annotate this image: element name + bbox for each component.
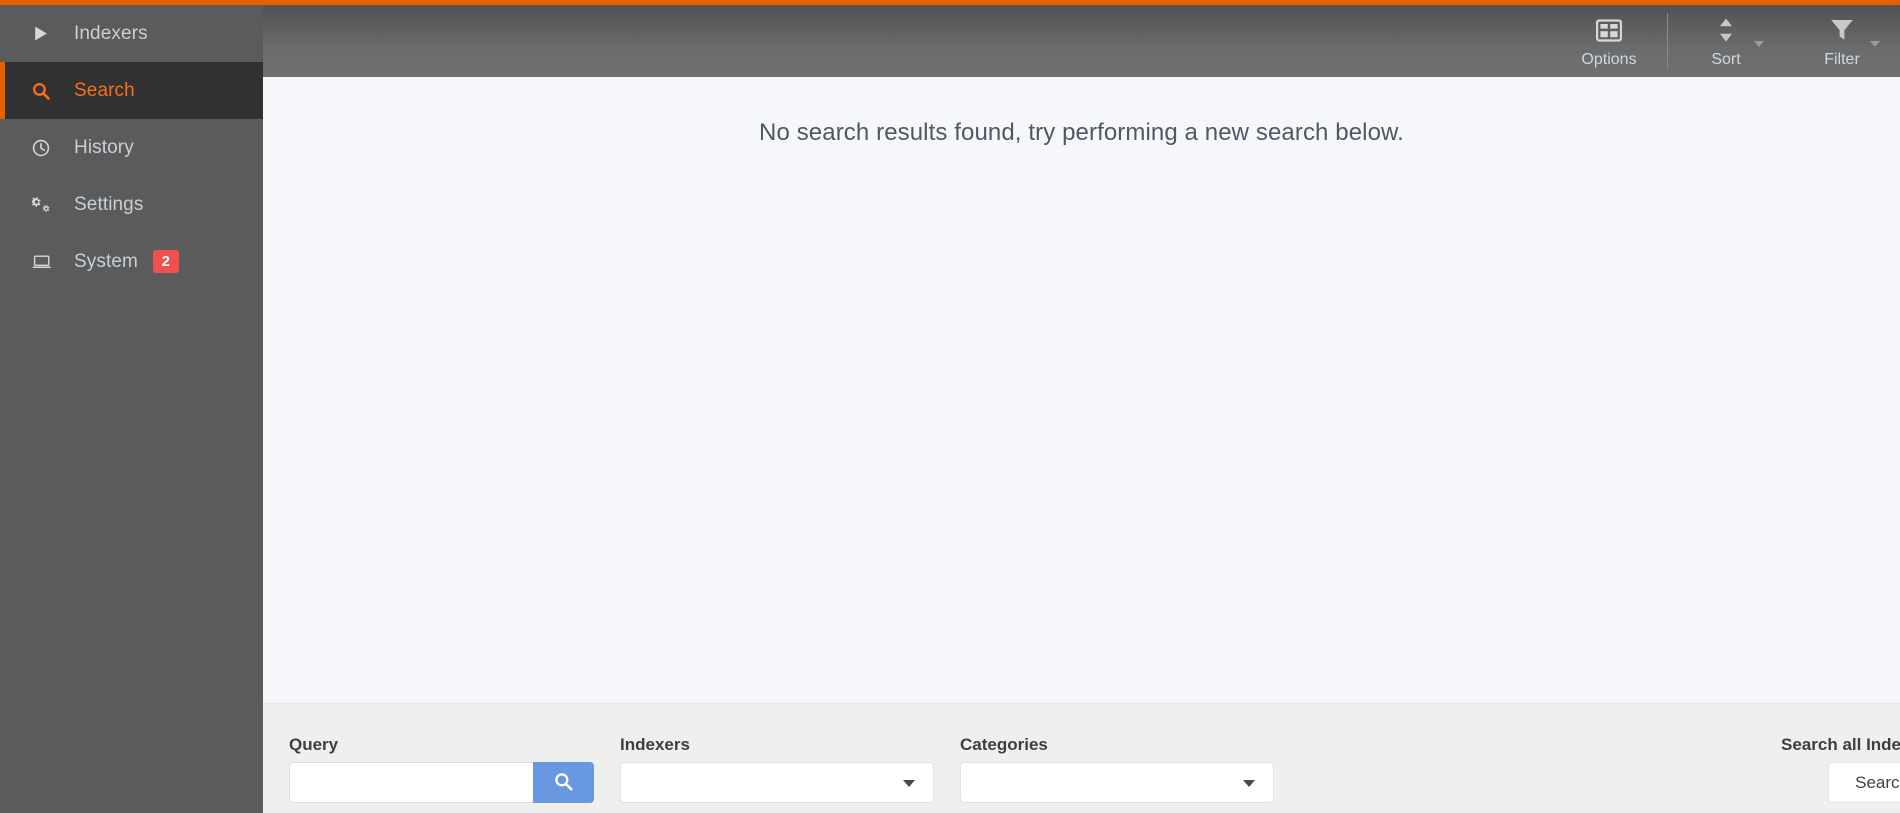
- table-icon: [1596, 15, 1622, 45]
- sidebar-item-search[interactable]: Search: [0, 62, 263, 119]
- main-content: No search results found, try performing …: [263, 77, 1900, 703]
- play-icon: [32, 25, 62, 42]
- search-all-indexers-group: Search all Indexers Search: [1781, 736, 1900, 803]
- options-button[interactable]: Options: [1551, 9, 1667, 75]
- sidebar-item-history[interactable]: History: [0, 119, 263, 176]
- sidebar-item-settings[interactable]: Settings: [0, 176, 263, 233]
- search-icon: [554, 772, 573, 794]
- no-results-message: No search results found, try performing …: [759, 119, 1404, 146]
- filter-label: Filter: [1824, 51, 1860, 68]
- sidebar-item-label: System: [74, 250, 138, 272]
- filter-button[interactable]: Filter: [1784, 9, 1900, 75]
- indexers-label: Indexers: [620, 735, 690, 754]
- sidebar-item-label: Search: [74, 79, 135, 101]
- filter-icon: [1829, 15, 1855, 45]
- indexers-field-group: Indexers: [620, 736, 934, 803]
- status-badge: 2: [152, 249, 179, 274]
- clock-icon: [32, 139, 62, 157]
- app-root: Indexers Search History Settings System …: [0, 0, 1900, 813]
- search-button[interactable]: Search: [1828, 762, 1900, 803]
- sidebar: Indexers Search History Settings System …: [0, 0, 263, 813]
- categories-label: Categories: [960, 735, 1048, 754]
- categories-field-group: Categories: [960, 736, 1274, 803]
- query-label: Query: [289, 735, 339, 754]
- options-label: Options: [1581, 51, 1637, 68]
- sidebar-item-system[interactable]: System 2: [0, 233, 263, 290]
- sort-caret-icon[interactable]: [1754, 41, 1764, 47]
- sidebar-item-label: Indexers: [74, 22, 148, 44]
- search-input[interactable]: [289, 762, 533, 803]
- laptop-icon: [32, 253, 62, 271]
- sort-label: Sort: [1711, 51, 1741, 68]
- query-field-group: Query: [289, 736, 594, 803]
- sidebar-item-label: Settings: [74, 193, 144, 215]
- sidebar-item-label: History: [74, 136, 134, 158]
- filter-caret-icon[interactable]: [1870, 41, 1880, 47]
- query-search-button[interactable]: [533, 762, 594, 803]
- sort-button[interactable]: Sort: [1668, 9, 1784, 75]
- header-toolbar: Options Sort Filter: [263, 5, 1900, 77]
- chevron-down-icon: [1243, 779, 1255, 787]
- indexers-select[interactable]: [620, 762, 934, 803]
- search-all-indexers-label: Search all Indexers: [1781, 735, 1900, 754]
- query-row: [289, 762, 594, 803]
- chevron-down-icon: [903, 779, 915, 787]
- search-icon: [32, 82, 62, 100]
- search-panel: Query Indexers Categories Search all Ind…: [263, 703, 1900, 813]
- toolbar-actions: Options Sort Filter: [1551, 5, 1900, 77]
- sidebar-item-indexers[interactable]: Indexers: [0, 5, 263, 62]
- sort-icon: [1716, 15, 1736, 45]
- categories-select[interactable]: [960, 762, 1274, 803]
- top-accent-bar: [0, 0, 1900, 5]
- cogs-icon: [32, 196, 62, 214]
